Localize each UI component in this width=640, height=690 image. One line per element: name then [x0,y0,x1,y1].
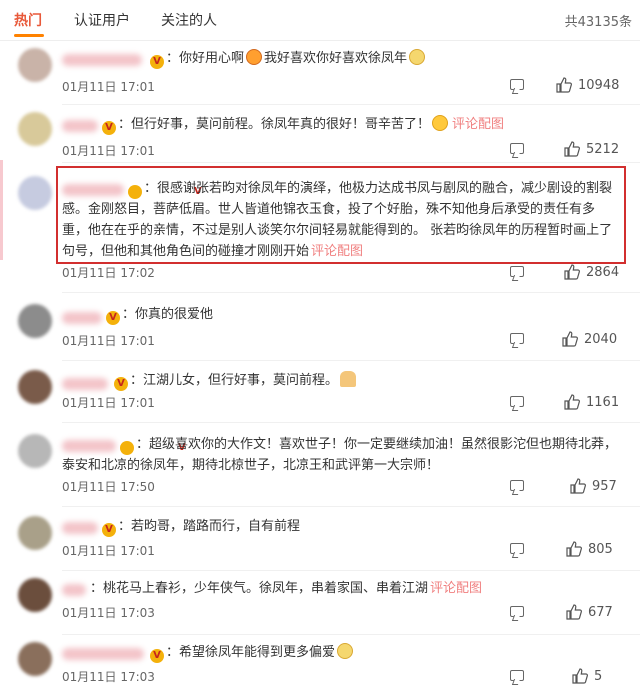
comment-picture-link[interactable]: 评论配图 [452,117,504,132]
comment-divider [62,506,640,507]
comment-divider [62,292,640,293]
username-blurred[interactable] [62,120,98,132]
avatar[interactable] [18,304,52,338]
vip-badge-icon: V [128,185,202,199]
like-icon[interactable] [572,668,588,684]
like-count: 2040 [584,332,618,347]
comment-divider [62,360,640,361]
username-blurred[interactable] [62,522,98,534]
like-count: 5212 [586,142,620,157]
comment-time: 01月11日 17:01 [62,396,155,410]
comment-text: V：很感谢张若昀对徐凤年的演绎，他极力达成书凤与剧凤的融合，减少剧设的割裂感。金… [62,181,613,259]
username-blurred[interactable] [62,584,86,596]
comment-time: 01月11日 17:01 [62,80,155,94]
like-count: 1161 [586,395,620,410]
tab-following[interactable]: 关注的人 [161,10,217,30]
reply-icon[interactable] [510,79,524,90]
comment-divider [62,634,640,635]
reply-icon[interactable] [510,606,524,617]
avatar[interactable] [18,112,52,146]
comment-time: 01月11日 17:03 [62,670,155,684]
avatar[interactable] [18,578,52,612]
comment-picture-link[interactable]: 评论配图 [311,244,363,259]
cute-emoji-icon [337,643,354,659]
like-icon[interactable] [566,604,582,620]
like-count: 805 [588,542,613,557]
vip-badge-icon: V [150,649,164,663]
highlight-side-bar [0,160,3,260]
comment-time: 01月11日 17:03 [62,606,155,620]
username-blurred[interactable] [62,54,142,66]
vip-badge-icon: V [102,523,116,537]
shocked-emoji-icon [246,49,263,65]
like-count: 5 [594,669,603,684]
like-count: 677 [588,605,613,620]
vip-badge-icon: V [150,55,164,69]
tab-verified[interactable]: 认证用户 [74,10,130,30]
comment-text: V ：但行好事，莫问前程。徐凤年真的很好！哥辛苦了！ 评论配图 [102,114,620,135]
comment-time: 01月11日 17:02 [62,266,155,280]
like-icon[interactable] [564,394,580,410]
like-icon[interactable] [556,77,572,93]
reply-icon[interactable] [510,143,524,154]
comment-text: V ：江湖儿女，但行好事，莫问前程。 [114,370,620,391]
comment-divider [62,104,640,105]
reply-icon[interactable] [510,670,524,681]
comment-text: V ：若昀哥，踏路而行，自有前程 [102,516,620,537]
avatar[interactable] [18,516,52,550]
comment-time: 01月11日 17:50 [62,480,155,494]
cute-emoji-icon [409,49,426,65]
reply-icon[interactable] [510,396,524,407]
avatar[interactable] [18,370,52,404]
crying-emoji-icon [432,115,449,131]
comment-text: V：超级喜欢你的大作文！喜欢世子！你一定要继续加油！虽然很影沱但也期待北莽，泰安… [62,437,618,473]
vip-badge-icon: V [102,121,116,135]
comment-text: V ：你真的很爱他 [106,304,620,325]
comment-time: 01月11日 17:01 [62,334,155,348]
comment-divider [62,570,640,571]
comment-time: 01月11日 17:01 [62,144,155,158]
like-icon[interactable] [564,141,580,157]
pray-emoji-icon [340,371,357,387]
like-icon[interactable] [566,541,582,557]
comment-text: V ：希望徐凤年能得到更多偏爱 [150,642,620,663]
vip-badge-icon: V [120,441,186,455]
comment-tabs: 热门 认证用户 关注的人 共43135条 [0,0,640,41]
reply-icon[interactable] [510,266,524,277]
like-icon[interactable] [570,478,586,494]
avatar[interactable] [18,642,52,676]
comment-text: V ：你好用心啊 我好喜欢你好喜欢徐凤年 [150,48,620,69]
comment-text: ：桃花马上春衫，少年侠气。徐凤年，串着家国、串着江湖 评论配图 [90,581,483,596]
vip-badge-icon: V [106,311,120,325]
username-blurred[interactable] [62,312,102,324]
vip-badge-icon: V [114,377,128,391]
like-icon[interactable] [564,264,580,280]
reply-icon[interactable] [510,480,524,491]
reply-icon[interactable] [510,333,524,344]
comment-divider [62,422,640,423]
like-count: 10948 [578,78,620,93]
like-icon[interactable] [562,331,578,347]
tab-hot[interactable]: 热门 [14,10,42,30]
reply-icon[interactable] [510,543,524,554]
username-blurred[interactable] [62,378,108,390]
avatar[interactable] [18,48,52,82]
tab-underline [14,34,44,37]
comment-total-count: 共43135条 [564,15,632,30]
avatar[interactable] [18,176,52,210]
username-blurred[interactable] [62,648,144,660]
like-count: 2864 [586,265,620,280]
comment-picture-link[interactable]: 评论配图 [430,581,482,596]
comment-time: 01月11日 17:01 [62,544,155,558]
comment-divider [62,162,640,163]
avatar[interactable] [18,434,52,468]
like-count: 957 [592,479,617,494]
